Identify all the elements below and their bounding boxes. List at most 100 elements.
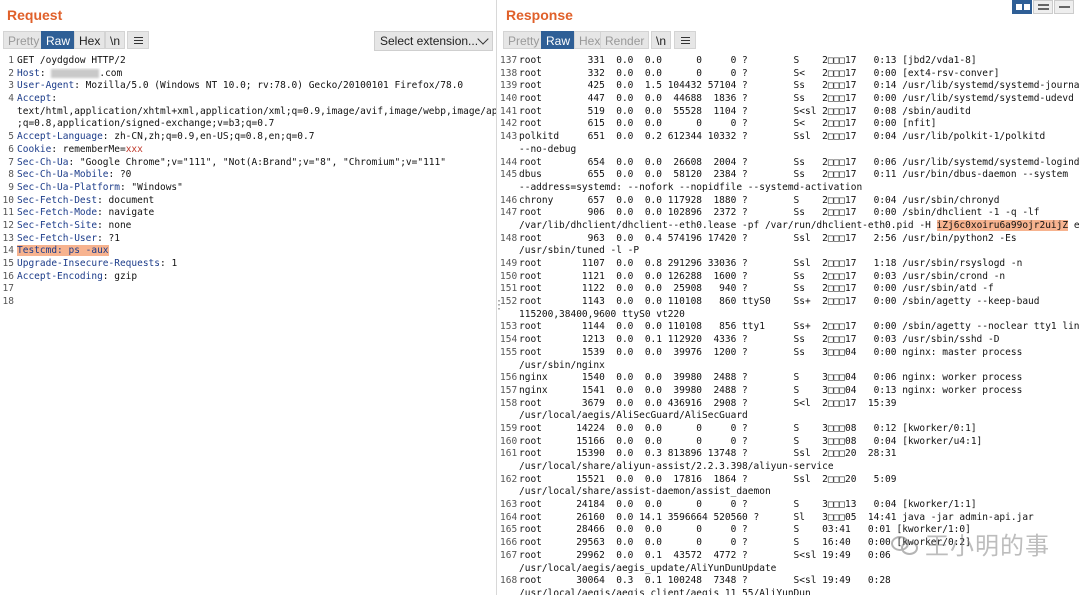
request-editor[interactable]: 1 GET /oydgdow HTTP/2 2 Host: .com 3 User-Age… — [0, 55, 496, 309]
line-text: root 519 0.0 0.0 55528 1104 ? S<sl 2□□□1… — [519, 106, 1080, 119]
text-segment: /usr/local/aegis/AliSecGuard/AliSecGuard — [519, 410, 748, 422]
line-number: 168 — [500, 575, 518, 587]
text-segment: iZj6c0xoiru6a99ojr2uijZ — [936, 219, 1069, 231]
menu-icon[interactable] — [127, 31, 149, 49]
text-segment: root 332 0.0 0.0 0 0 ? S< 2□□□17 0:00 [e… — [519, 67, 1000, 79]
line-number: 152 — [500, 296, 518, 308]
code-line: 148 root 963 0.0 0.4 574196 17420 ? Ssl 2… — [500, 233, 1080, 246]
line-text: Accept-Language: zh-CN,zh;q=0.9,en-US;q=… — [17, 131, 496, 144]
layout-split-vertical-icon[interactable] — [1033, 0, 1053, 14]
watermark: 王小明的事 — [891, 526, 1050, 561]
line-number — [500, 486, 519, 499]
text-segment: root 15390 0.0 0.3 813896 13748 ? Ssl 2□… — [519, 448, 897, 460]
code-line: 137 root 331 0.0 0.0 0 0 ? S 2□□□17 0:13 … — [500, 55, 1080, 68]
code-line: 138 root 332 0.0 0.0 0 0 ? S< 2□□□17 0:00… — [500, 68, 1080, 81]
line-number: 161 — [500, 448, 518, 460]
header-name: Accept-Encoding — [17, 270, 103, 282]
tab-render[interactable]: Render — [600, 31, 650, 49]
code-line: 142 root 615 0.0 0.0 0 0 ? S< 2□□□17 0:00… — [500, 118, 1080, 131]
line-text: ;q=0.8,application/signed-exchange;v=b3;… — [17, 118, 496, 131]
line-number: 151 — [500, 283, 518, 295]
layout-controls — [1012, 0, 1076, 15]
code-line: 1 GET /oydgdow HTTP/2 — [0, 55, 496, 68]
line-text: root 425 0.0 1.5 104432 57104 ? Ss 2□□□1… — [519, 80, 1080, 93]
line-number: 153 — [500, 321, 518, 333]
line-number — [500, 588, 519, 595]
line-number: 9 — [8, 181, 14, 193]
layout-tabs-icon[interactable] — [1054, 0, 1074, 14]
text-segment: : ?0 — [108, 169, 132, 181]
code-line: 3 User-Agent: Mozilla/5.0 (Windows NT 10.… — [0, 80, 496, 93]
text-segment: --no-debug — [519, 143, 577, 155]
text-segment: root 519 0.0 0.0 55528 1104 ? S<sl 2□□□1… — [519, 105, 971, 117]
tab-pretty[interactable]: Pretty — [503, 31, 545, 49]
response-viewer[interactable]: 137 root 331 0.0 0.0 0 0 ? S 2□□□17 0:13 … — [500, 55, 1080, 595]
select-extension-dropdown[interactable]: Select extension... — [374, 31, 493, 51]
code-line: 10 Sec-Fetch-Dest: document — [0, 195, 496, 208]
response-pane: Response Pretty Raw Hex Render \n 137 roo… — [500, 0, 1080, 595]
line-text: GET /oydgdow HTTP/2 — [17, 55, 496, 68]
text-segment: root 615 0.0 0.0 0 0 ? S< 2□□□17 0:00 [n… — [519, 118, 937, 130]
text-segment: root 425 0.0 1.5 104432 57104 ? Ss 2□□□1… — [519, 80, 1080, 92]
code-line: 159 root 14224 0.0 0.0 0 0 ? S 3□□□08 0:1… — [500, 423, 1080, 436]
layout-split-horizontal-icon[interactable] — [1012, 0, 1032, 14]
tab-pretty[interactable]: Pretty — [3, 31, 45, 49]
watermark-text: 王小明的事 — [925, 532, 1050, 560]
line-text: root 24184 0.0 0.0 0 0 ? S 3□□□13 0:04 [… — [519, 499, 1080, 512]
code-line: 158 root 3679 0.0 0.0 436916 2908 ? S<l 2… — [500, 398, 1080, 411]
line-number: 11 — [2, 207, 14, 219]
code-line: 157 nginx 1541 0.0 0.0 39980 2488 ? S 3□□… — [500, 385, 1080, 398]
line-text: Accept: — [17, 93, 496, 106]
line-number: 137 — [500, 55, 518, 66]
tab-raw[interactable]: Raw — [541, 31, 576, 49]
line-number: 165 — [500, 524, 518, 536]
line-text: root 1539 0.0 0.0 39976 1200 ? Ss 3□□□04… — [519, 347, 1080, 360]
newline-toggle[interactable]: \n — [651, 31, 672, 49]
newline-toggle[interactable]: \n — [105, 31, 126, 49]
text-segment: root 331 0.0 0.0 0 0 ? S 2□□□17 0:13 [jb… — [519, 55, 977, 66]
tab-raw[interactable]: Raw — [41, 31, 76, 49]
line-number: 154 — [500, 334, 518, 346]
line-number: 138 — [500, 67, 518, 79]
text-segment: root 1539 0.0 0.0 39976 1200 ? Ss 3□□□04… — [519, 346, 1023, 358]
line-text: /var/lib/dhclient/dhclient--eth0.lease -… — [519, 219, 1080, 233]
code-line: --address=systemd: --nofork --nopidfile … — [500, 182, 1080, 195]
code-line: 168 root 30064 0.3 0.1 100248 7348 ? S<sl… — [500, 575, 1080, 588]
text-segment: : zh-CN,zh;q=0.9,en-US;q=0.8,en;q=0.7 — [102, 131, 315, 143]
text-segment: eth0 — [1073, 219, 1080, 231]
code-line: 5 Accept-Language: zh-CN,zh;q=0.9,en-US;q… — [0, 131, 496, 144]
code-line: 6 Cookie: rememberMe=xxx — [0, 144, 496, 157]
line-number: 164 — [500, 511, 518, 523]
code-line: /usr/sbin/tuned -l -P — [500, 245, 1080, 258]
code-line: 8 Sec-Ch-Ua-Mobile: ?0 — [0, 169, 496, 182]
line-number: 148 — [500, 232, 518, 244]
line-text: Sec-Fetch-Dest: document — [17, 195, 496, 208]
code-line: 155 root 1539 0.0 0.0 39976 1200 ? Ss 3□□… — [500, 347, 1080, 360]
line-text: /usr/local/share/assist-daemon/assist_da… — [519, 486, 1080, 499]
code-line: 115200,38400,9600 ttyS0 vt220 — [500, 309, 1080, 322]
line-text: text/html,application/xhtml+xml,applicat… — [17, 106, 496, 119]
menu-icon[interactable] — [674, 31, 696, 49]
text-segment: : "Google Chrome";v="111", "Not(A:Brand"… — [68, 156, 446, 168]
line-number: 156 — [500, 372, 518, 384]
line-text: root 1213 0.0 0.1 112920 4336 ? Ss 2□□□1… — [519, 334, 1080, 347]
text-segment: chrony 657 0.0 0.0 117928 1880 ? S 2□□□1… — [519, 194, 1000, 206]
line-text: chrony 657 0.0 0.0 117928 1880 ? S 2□□□1… — [519, 195, 1080, 208]
response-title: Response — [506, 7, 573, 23]
line-number: 5 — [8, 131, 14, 143]
line-number: 1 — [8, 55, 14, 66]
code-line: /usr/local/aegis/aegis_update/AliYunDunU… — [500, 563, 1080, 576]
line-text: root 963 0.0 0.4 574196 17420 ? Ssl 2□□□… — [519, 233, 1080, 246]
line-number: 7 — [8, 156, 14, 168]
line-number: 159 — [500, 422, 518, 434]
code-line: 145 dbus 655 0.0 0.0 58120 2384 ? Ss 2□□□… — [500, 169, 1080, 182]
code-line: /usr/local/share/assist-daemon/assist_da… — [500, 486, 1080, 499]
tab-hex[interactable]: Hex — [74, 31, 106, 49]
line-text: /usr/local/aegis/aegis_client/aegis_11_5… — [519, 588, 1080, 595]
line-text: root 14224 0.0 0.0 0 0 ? S 3□□□08 0:12 [… — [519, 423, 1080, 436]
header-name: Cookie — [17, 143, 52, 155]
line-number: 18 — [2, 296, 14, 308]
code-line: 153 root 1144 0.0 0.0 110108 856 tty1 Ss+… — [500, 321, 1080, 334]
code-line: text/html,application/xhtml+xml,applicat… — [0, 106, 496, 119]
line-text: Accept-Encoding: gzip — [17, 271, 496, 284]
